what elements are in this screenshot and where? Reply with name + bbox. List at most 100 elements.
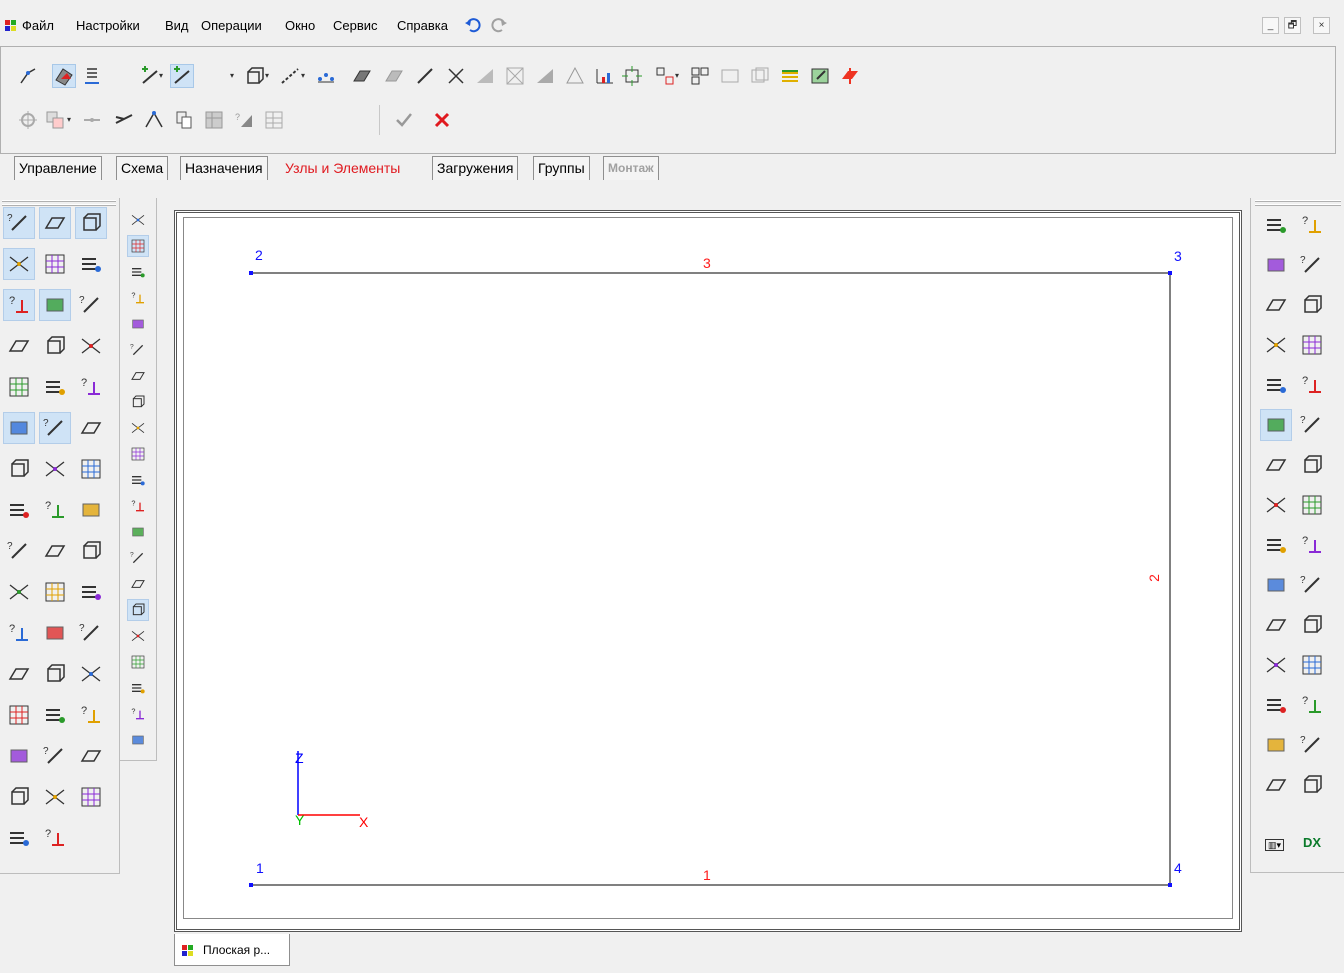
triangle-fill-icon[interactable] (474, 65, 496, 87)
structure-tool-icon[interactable] (4, 782, 34, 812)
view-tool-icon[interactable]: ? (1297, 370, 1327, 400)
structure-tool-icon[interactable] (40, 659, 70, 689)
support-tool-icon[interactable] (81, 65, 103, 87)
structure-tool-icon[interactable]: ? (4, 536, 34, 566)
structure-tool-icon[interactable]: ? (40, 495, 70, 525)
frame-icon[interactable] (719, 65, 741, 87)
grid-pattern-icon[interactable] (689, 65, 711, 87)
structure-tool-icon[interactable] (4, 823, 34, 853)
view-tool-icon[interactable]: ? (1297, 410, 1327, 440)
structure-tool-icon[interactable] (3, 248, 35, 280)
structure-tool-icon[interactable]: ? (3, 289, 35, 321)
view-tool-icon[interactable] (1261, 370, 1291, 400)
structure-tool-icon[interactable] (76, 536, 106, 566)
view-tool-icon[interactable] (1297, 330, 1327, 360)
view-tool-icon[interactable]: ? (1297, 730, 1327, 760)
structure-tool-icon[interactable] (3, 412, 35, 444)
tab-scheme[interactable]: Схема (116, 156, 169, 180)
model-canvas[interactable]: 2 3 1 4 3 2 1 Z Y X (183, 217, 1233, 919)
selection-tool-icon[interactable] (128, 652, 148, 672)
node-2-marker[interactable] (249, 271, 253, 275)
bar-node-icon[interactable] (81, 109, 103, 131)
selection-tool-icon[interactable] (128, 262, 148, 282)
menu-file[interactable]: Файл (22, 18, 54, 34)
structure-tool-icon[interactable] (76, 659, 106, 689)
map-edit-icon[interactable] (809, 65, 831, 87)
selection-tool-icon[interactable]: ? (128, 704, 148, 724)
menu-help[interactable]: Справка (397, 18, 448, 34)
structure-tool-icon[interactable] (76, 495, 106, 525)
array-copy-icon[interactable] (654, 65, 676, 87)
selection-tool-icon[interactable] (128, 392, 148, 412)
selection-tool-icon[interactable] (128, 678, 148, 698)
view-tool-icon[interactable] (1261, 210, 1291, 240)
view-tool-icon[interactable] (1261, 690, 1291, 720)
view-tool-icon[interactable]: ? (1297, 570, 1327, 600)
view-tool-icon[interactable]: ? (1297, 530, 1327, 560)
selection-tool-icon[interactable] (128, 418, 148, 438)
cross-icon[interactable] (431, 109, 453, 131)
structure-tool-icon[interactable] (40, 249, 70, 279)
cross-bar-icon[interactable] (445, 65, 467, 87)
restore-button[interactable]: 🗗 (1284, 17, 1301, 34)
view-tool-icon[interactable] (1297, 610, 1327, 640)
view-tool-icon[interactable] (1297, 450, 1327, 480)
structure-tool-icon[interactable]: ? (76, 618, 106, 648)
bar-diagonal-icon[interactable] (414, 65, 436, 87)
structure-tool-icon[interactable]: ? (76, 372, 106, 402)
structure-tool-icon[interactable] (76, 577, 106, 607)
selection-tool-icon[interactable]: ? (128, 496, 148, 516)
menu-service[interactable]: Сервис (333, 18, 378, 34)
structure-tool-icon[interactable] (4, 700, 34, 730)
structure-tool-icon[interactable]: ? (40, 741, 70, 771)
view-tool-icon[interactable] (1261, 450, 1291, 480)
structure-tool-icon[interactable]: ? (76, 700, 106, 730)
structure-tool-icon[interactable] (76, 249, 106, 279)
dropdown-arrow-icon[interactable]: ▾ (265, 71, 269, 80)
tab-loadings[interactable]: Загружения (432, 156, 519, 180)
view-tool-icon[interactable] (1261, 770, 1291, 800)
view-tool-icon[interactable] (1261, 610, 1291, 640)
add-bar-active-icon[interactable] (170, 64, 194, 88)
copy-icon[interactable] (173, 109, 195, 131)
view-tool-icon[interactable] (1261, 570, 1291, 600)
panel-grip[interactable] (2, 200, 116, 202)
view-tool-icon[interactable]: ? (1297, 210, 1327, 240)
structure-tool-icon[interactable] (40, 700, 70, 730)
node-grid-icon[interactable] (315, 65, 337, 87)
tab-assignments[interactable]: Назначения (180, 156, 268, 180)
structure-tool-icon[interactable] (40, 536, 70, 566)
split-bar-icon[interactable] (279, 65, 301, 87)
selection-tool-icon[interactable]: ? (128, 288, 148, 308)
layers-icon[interactable] (779, 65, 801, 87)
menu-window[interactable]: Окно (285, 18, 315, 34)
selection-tool-icon[interactable] (128, 730, 148, 750)
frame-copy-icon[interactable] (749, 65, 771, 87)
structure-tool-icon[interactable] (40, 372, 70, 402)
document-tab[interactable]: Плоская р... (174, 934, 290, 966)
view-tool-icon[interactable] (1297, 650, 1327, 680)
view-tool-icon[interactable] (1261, 290, 1291, 320)
add-solid-icon[interactable] (243, 65, 265, 87)
menu-view[interactable]: Вид (165, 18, 189, 34)
panel-grip[interactable] (1255, 204, 1341, 206)
dropdown-arrow-icon[interactable]: ▾ (159, 71, 163, 80)
query-fill-icon[interactable]: ? (233, 109, 255, 131)
structure-tool-icon[interactable] (39, 289, 71, 321)
structure-tool-icon[interactable] (4, 372, 34, 402)
structure-tool-icon[interactable] (76, 454, 106, 484)
selection-tool-icon[interactable] (128, 366, 148, 386)
selection-tool-icon[interactable] (128, 574, 148, 594)
redo-icon[interactable] (490, 16, 508, 34)
structure-tool-icon[interactable]: ? (3, 207, 35, 239)
structure-tool-icon[interactable] (76, 782, 106, 812)
selection-tool-icon[interactable] (128, 444, 148, 464)
triangle-gray-icon[interactable] (534, 65, 556, 87)
app-logo-icon[interactable] (4, 18, 18, 32)
view-tool-icon[interactable] (1297, 290, 1327, 320)
structure-tool-icon[interactable] (4, 454, 34, 484)
dropdown-arrow-icon[interactable]: ▾ (230, 71, 234, 80)
selection-tool-icon[interactable] (127, 235, 149, 257)
element-tool-icon[interactable] (52, 64, 76, 88)
selection-tool-icon[interactable]: ? (128, 548, 148, 568)
